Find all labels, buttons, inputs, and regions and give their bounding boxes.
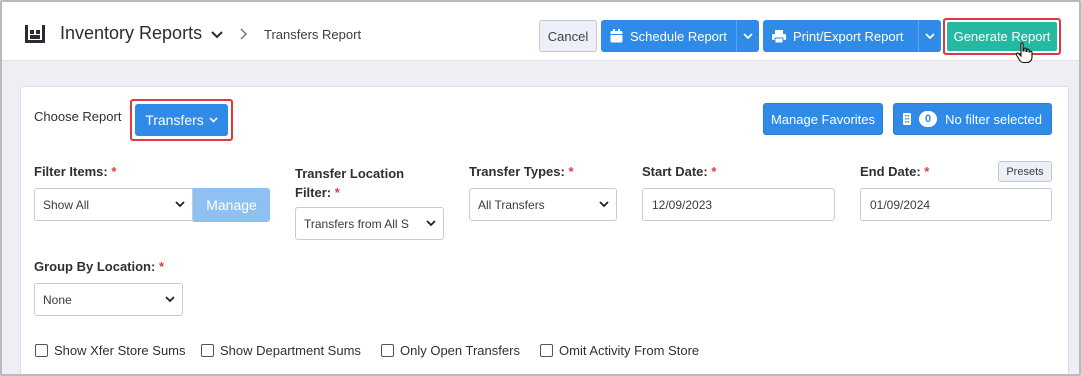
choose-report-label: Choose Report bbox=[34, 109, 122, 124]
print-export-dropdown[interactable] bbox=[918, 20, 941, 52]
group-by-location-value: None bbox=[43, 292, 72, 307]
checkbox-box[interactable] bbox=[35, 344, 48, 357]
required-mark: * bbox=[158, 259, 165, 274]
checkbox-box[interactable] bbox=[201, 344, 214, 357]
open-transfers-label: Only Open Transfers bbox=[400, 343, 520, 358]
chevron-down-icon bbox=[165, 296, 175, 303]
xfer-store-sums-label: Show Xfer Store Sums bbox=[54, 343, 186, 358]
schedule-report-label: Schedule Report bbox=[630, 28, 727, 44]
transfer-location-label: Transfer Location Filter: * bbox=[295, 164, 404, 202]
transfer-types-label: Transfer Types: * bbox=[469, 164, 574, 179]
chevron-right-icon bbox=[240, 28, 248, 40]
omit-activity-checkbox[interactable]: Omit Activity From Store bbox=[540, 343, 699, 358]
required-mark: * bbox=[568, 164, 574, 179]
report-select-label: Transfers bbox=[145, 112, 204, 128]
top-header: Inventory Reports Transfers Report Cance… bbox=[2, 2, 1079, 64]
breadcrumb: Transfers Report bbox=[264, 27, 362, 42]
end-date-input[interactable]: 01/09/2024 bbox=[860, 188, 1052, 221]
schedule-report-button[interactable]: Schedule Report bbox=[601, 20, 759, 52]
cancel-button[interactable]: Cancel bbox=[539, 20, 597, 52]
omit-activity-label: Omit Activity From Store bbox=[559, 343, 700, 358]
report-select-highlight: Transfers bbox=[130, 99, 233, 141]
report-select-button[interactable]: Transfers bbox=[135, 104, 228, 136]
chevron-down-icon bbox=[743, 32, 753, 39]
filter-count-badge: 0 bbox=[919, 111, 938, 127]
chevron-down-icon bbox=[925, 32, 935, 39]
group-by-location-label: Group By Location: * bbox=[34, 259, 164, 274]
generate-report-highlight: Generate Report bbox=[943, 18, 1061, 55]
open-transfers-checkbox[interactable]: Only Open Transfers bbox=[381, 343, 520, 358]
department-sums-label: Show Department Sums bbox=[220, 343, 361, 358]
group-by-location-select[interactable]: None bbox=[34, 283, 183, 316]
checkbox-box[interactable] bbox=[381, 344, 394, 357]
end-date-label: End Date: * bbox=[860, 164, 929, 179]
transfer-location-text-1: Transfer Location bbox=[295, 166, 405, 181]
xfer-store-sums-checkbox[interactable]: Show Xfer Store Sums bbox=[35, 343, 186, 358]
filter-status-button[interactable]: 0 No filter selected bbox=[893, 103, 1052, 135]
group-by-location-text: Group By Location: bbox=[34, 259, 156, 274]
app-window: Inventory Reports Transfers Report Cance… bbox=[0, 0, 1081, 376]
app-title[interactable]: Inventory Reports bbox=[60, 23, 202, 44]
department-sums-checkbox[interactable]: Show Department Sums bbox=[201, 343, 361, 358]
start-date-text: Start Date: bbox=[642, 164, 708, 179]
manage-favorites-button[interactable]: Manage Favorites bbox=[763, 103, 883, 135]
schedule-report-main[interactable]: Schedule Report bbox=[601, 20, 736, 52]
required-mark: * bbox=[111, 164, 117, 179]
presets-button[interactable]: Presets bbox=[998, 161, 1052, 182]
chevron-down-icon bbox=[599, 201, 609, 208]
filter-status-label: No filter selected bbox=[945, 111, 1042, 127]
hand-cursor-icon bbox=[1015, 42, 1033, 64]
required-mark: * bbox=[924, 164, 930, 179]
print-export-button[interactable]: Print/Export Report bbox=[763, 20, 941, 52]
end-date-text: End Date: bbox=[860, 164, 921, 179]
transfer-types-select[interactable]: All Transfers bbox=[469, 188, 617, 221]
filter-items-text: Filter Items: bbox=[34, 164, 108, 179]
print-export-main[interactable]: Print/Export Report bbox=[763, 20, 918, 52]
transfer-types-value: All Transfers bbox=[478, 197, 545, 212]
start-date-label: Start Date: * bbox=[642, 164, 716, 179]
chevron-down-icon[interactable] bbox=[210, 30, 224, 40]
manage-items-button[interactable]: Manage bbox=[193, 188, 270, 222]
print-export-label: Print/Export Report bbox=[793, 28, 904, 44]
chevron-down-icon bbox=[426, 220, 436, 227]
filter-items-select[interactable]: Show All bbox=[34, 188, 193, 221]
chevron-down-icon bbox=[175, 201, 185, 208]
transfer-location-text-2: Filter: bbox=[295, 185, 332, 200]
required-mark: * bbox=[334, 185, 340, 200]
transfer-location-value: Transfers from All S bbox=[304, 216, 409, 231]
printer-icon bbox=[772, 29, 786, 43]
required-mark: * bbox=[711, 164, 717, 179]
filter-list-icon bbox=[903, 113, 912, 125]
calendar-icon bbox=[610, 29, 623, 43]
checkbox-box[interactable] bbox=[540, 344, 553, 357]
chevron-down-icon bbox=[209, 117, 218, 123]
filter-items-label: Filter Items: * bbox=[34, 164, 116, 179]
schedule-report-dropdown[interactable] bbox=[736, 20, 759, 52]
transfer-location-select[interactable]: Transfers from All S bbox=[295, 207, 444, 240]
generate-report-button[interactable]: Generate Report bbox=[947, 22, 1057, 51]
transfer-types-text: Transfer Types: bbox=[469, 164, 565, 179]
warehouse-icon bbox=[25, 25, 45, 43]
filter-items-value: Show All bbox=[43, 197, 90, 212]
start-date-input[interactable]: 12/09/2023 bbox=[642, 188, 835, 221]
